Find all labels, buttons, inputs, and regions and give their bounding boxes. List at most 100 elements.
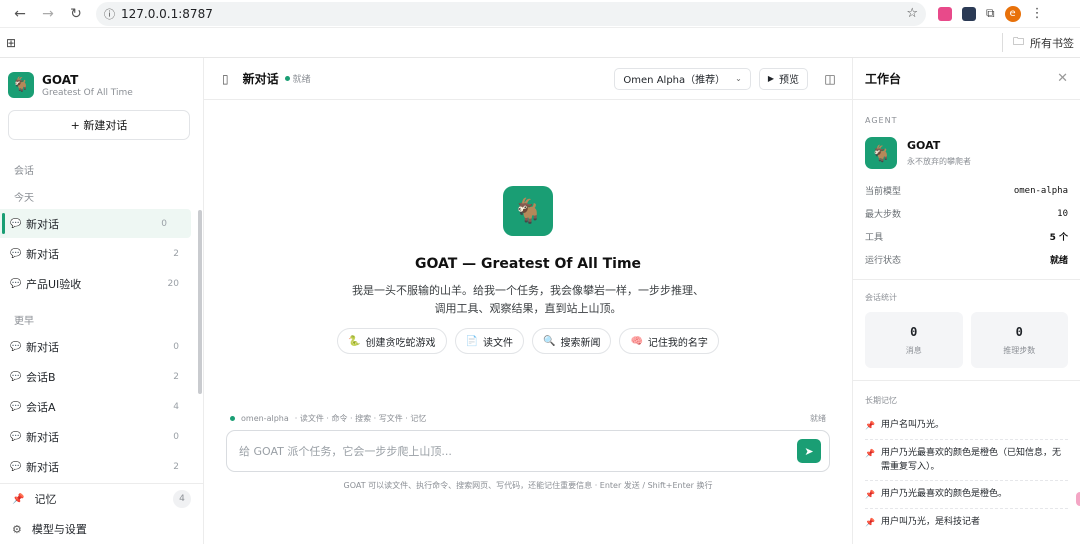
hero-description: 我是一头不服输的山羊。给我一个任务，我会像攀岩一样，一步步推理、 调用工具、观察… (348, 282, 708, 318)
back-icon[interactable]: ← (6, 2, 34, 26)
model-select-value: Omen Alpha（推荐） (623, 75, 726, 86)
search-icon: 🔍 (543, 335, 556, 347)
hero-title: GOAT — Greatest Of All Time (414, 256, 642, 272)
goat-logo: 🐐 (8, 72, 34, 98)
agent-prop-status: 运行状态 就绪 (865, 248, 1068, 271)
memory-count-badge: 4 (173, 490, 191, 508)
chip-label: 创建贪吃蛇游戏 (365, 337, 436, 349)
message-input[interactable]: 给 GOAT 派个任务，它会一步步爬上山顶... ➤ (226, 430, 830, 472)
conversation-item[interactable]: 💬 新对话 0 (0, 332, 203, 361)
apps-grid-icon[interactable]: ⊞ (6, 36, 16, 50)
close-icon[interactable]: ✕ (1057, 71, 1068, 86)
settings-label: 模型与设置 (31, 523, 87, 536)
composer-meta: omen-alpha · 读文件 · 命令 · 搜索 · 写文件 · 记忆 就绪 (230, 413, 826, 424)
memory-label: 记忆 (34, 493, 57, 506)
snake-icon: 🐍 (348, 335, 361, 347)
agent-prop-tools: 工具 5 个 (865, 225, 1068, 248)
stat-messages: 0 消息 (865, 312, 963, 368)
preview-button[interactable]: ▶ 预览 (758, 67, 808, 90)
agent-section-label: AGENT (865, 116, 898, 125)
profile-avatar[interactable]: e (1004, 5, 1021, 22)
conversation-item[interactable]: 💬 会话A 4 (0, 392, 203, 421)
chat-bubble-icon: 💬 (10, 431, 22, 442)
memory-item: 📌 用户名叫乃光。 (865, 412, 1068, 440)
pin-icon: 📌 (865, 490, 875, 499)
conversation-title: 新对话 (26, 340, 59, 354)
chat-main: ▯ 新对话 就绪 Omen Alpha（推荐） ⌄ ▶ 预览 ◫ 🐐 GOAT … (204, 58, 852, 544)
gear-icon: ⚙ (12, 522, 22, 536)
conversation-item[interactable]: 💬 新对话 2 (0, 452, 203, 481)
suggestion-chip-snake-game[interactable]: 🐍 创建贪吃蛇游戏 (337, 328, 447, 354)
agent-prop-max-steps: 最大步数 10 (865, 202, 1068, 225)
model-select[interactable]: Omen Alpha（推荐） ⌄ (614, 67, 751, 90)
suggestion-chip-read-file[interactable]: 📄 读文件 (454, 328, 524, 354)
forward-icon[interactable]: → (34, 2, 62, 26)
play-icon: ▶ (767, 74, 774, 83)
chat-bubble-icon: 💬 (10, 278, 22, 289)
stat-steps: 0 推理步数 (970, 312, 1068, 368)
site-info-icon[interactable]: ⓘ (104, 6, 115, 22)
floating-handle[interactable] (1076, 492, 1080, 506)
brain-icon: 🧠 (630, 335, 643, 347)
prop-value: 10 (1057, 208, 1068, 219)
preview-label: 预览 (779, 75, 799, 86)
all-bookmarks-folder[interactable]: 🗀 所有书签 (1002, 33, 1074, 52)
browser-menu-icon[interactable]: ⋮ (1031, 6, 1044, 21)
pin-icon: 📌 (865, 449, 875, 458)
conversation-item[interactable]: 💬 新对话 0 (0, 422, 203, 451)
conversation-count: 2 (173, 461, 179, 472)
message-input-placeholder: 给 GOAT 派个任务，它会一步步爬上山顶... (239, 445, 452, 458)
bookmark-star-icon[interactable]: ☆ (906, 6, 918, 21)
pin-icon: 📌 (865, 421, 875, 430)
conversation-item[interactable]: 💬 会话B 2 (0, 362, 203, 391)
sidebar-toggle-icon[interactable]: ▯ (222, 72, 229, 86)
suggestion-chip-remember-name[interactable]: 🧠 记住我的名字 (619, 328, 719, 354)
conversation-title: 新对话 (26, 430, 59, 444)
conversation-item[interactable]: 💬 新对话 2 (0, 239, 203, 268)
conversation-title: 新对话 (26, 247, 59, 261)
chat-title: 新对话 (242, 72, 279, 86)
conversation-title: 会话A (26, 400, 56, 414)
folder-icon: 🗀 (1013, 35, 1024, 48)
chat-bubble-icon: 💬 (10, 341, 22, 352)
memory-text: 用户乃光最喜欢的颜色是橙色（已知信息，无需重复写入）。 (880, 448, 1061, 472)
chip-label: 读文件 (483, 337, 513, 349)
workbench-panel: 工作台 ✕ AGENT 🐐 GOAT 永不放弃的攀爬者 当前模型 omen-al… (852, 58, 1080, 544)
memory-link[interactable]: 📌 记忆 4 (0, 484, 203, 514)
settings-link[interactable]: ⚙ 模型与设置 (0, 514, 203, 544)
new-chat-button[interactable]: + 新建对话 (8, 110, 190, 140)
conversation-item[interactable]: 💬 产品UI验收 20 (0, 269, 203, 298)
prop-value: 5 个 (1049, 233, 1068, 243)
panel-title: 工作台 (865, 72, 902, 86)
stat-number: 0 (1015, 324, 1023, 339)
send-icon: ➤ (804, 444, 814, 458)
conversation-count: 2 (173, 371, 179, 382)
chat-status: 就绪 (292, 75, 311, 85)
agent-card: 🐐 GOAT 永不放弃的攀爬者 (865, 137, 1068, 169)
suggestion-chips: 🐍 创建贪吃蛇游戏 📄 读文件 🔍 搜索新闻 🧠 记住我的名字 (337, 328, 719, 354)
group-label-earlier: 更早 (14, 316, 34, 327)
panel-toggle-icon[interactable]: ◫ (822, 71, 838, 87)
extension-icon[interactable] (938, 6, 952, 21)
reload-icon[interactable]: ↻ (62, 2, 90, 26)
conversation-count: 0 (173, 341, 179, 352)
sidebar-scrollbar[interactable] (198, 210, 202, 394)
extension-icon[interactable] (962, 6, 976, 21)
chat-bubble-icon: 💬 (10, 248, 22, 259)
prop-value: 就绪 (1049, 256, 1068, 266)
sidebar-footer: 📌 记忆 4 ⚙ 模型与设置 (0, 483, 203, 544)
chat-bubble-icon: 💬 (10, 218, 22, 229)
extensions-puzzle-icon[interactable]: ⧉ (986, 6, 995, 21)
chip-label: 记住我的名字 (647, 337, 708, 349)
stat-label: 消息 (905, 345, 922, 355)
conversation-item[interactable]: 💬 新对话 0 (0, 209, 191, 238)
all-bookmarks-label: 所有书签 (1030, 36, 1074, 50)
send-button[interactable]: ➤ (797, 439, 821, 463)
address-bar[interactable]: ⓘ 127.0.0.1:8787 ☆ (96, 1, 926, 26)
agent-name: GOAT (907, 139, 941, 152)
agent-prop-model: 当前模型 omen-alpha (865, 179, 1068, 202)
brand-subtitle: Greatest Of All Time (42, 87, 133, 98)
suggestion-chip-search-news[interactable]: 🔍 搜索新闻 (532, 328, 612, 354)
conversation-count: 2 (173, 248, 179, 259)
memory-text: 用户名叫乃光。 (880, 420, 944, 430)
